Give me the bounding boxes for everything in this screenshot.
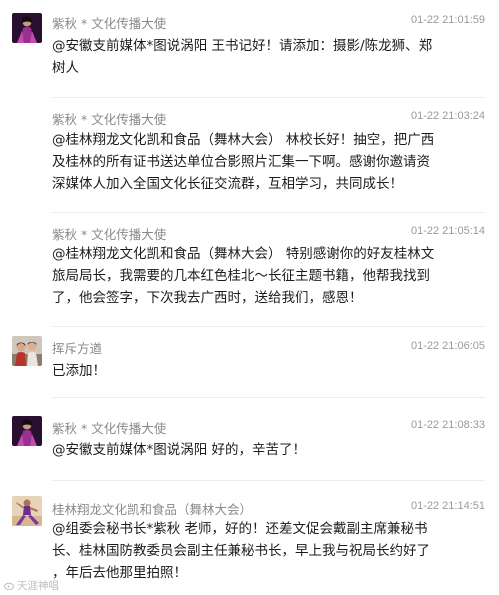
message-line: 及桂林的所有证书送达单位合影照片汇集一下啊。感谢你邀请资: [52, 154, 430, 170]
avatar[interactable]: [12, 416, 42, 446]
message-line: ，年后去他那里拍照！: [52, 565, 187, 581]
sender-name[interactable]: 挥斥方遒: [52, 338, 102, 357]
message-text[interactable]: @桂林翔龙文化凯和食品（舞林大会） 特别感谢你的好友桂林文 旅局局长，我需要的几…: [52, 243, 480, 309]
message-divider: [52, 212, 485, 213]
message-text[interactable]: @桂林翔龙文化凯和食品（舞林大会） 林校长好！抽空，把广西 及桂林的所有证书送达…: [52, 129, 480, 195]
message-line: @组委会秘书长*紫秋 老师，好的！还差文促会戴副主席兼秘书: [52, 521, 428, 537]
message-line: 了，他会签字，下次我去广西时，送给我们，感恩！: [52, 290, 363, 306]
avatar[interactable]: [12, 336, 42, 366]
sender-name[interactable]: 紫秋 * 文化传播大使: [52, 224, 166, 243]
watermark-text: 天涯神唱: [17, 580, 59, 592]
weibo-icon: [4, 581, 15, 591]
sender-name[interactable]: 紫秋 * 文化传播大使: [52, 13, 166, 32]
timestamp: 01-22 21:01:59: [410, 14, 485, 26]
message-text[interactable]: @组委会秘书长*紫秋 老师，好的！还差文促会戴副主席兼秘书 长、桂林国防教委员会…: [52, 518, 480, 584]
message-divider: [52, 480, 485, 481]
message-line: @安徽支前媒体*图说涡阳 王书记好！请添加：摄影/陈龙狮、郑: [52, 38, 433, 54]
message-line: @桂林翔龙文化凯和食品（舞林大会） 特别感谢你的好友桂林文: [52, 246, 435, 262]
sender-name[interactable]: 紫秋 * 文化传播大使: [52, 109, 166, 128]
sender-name[interactable]: 紫秋 * 文化传播大使: [52, 418, 166, 437]
avatar[interactable]: [12, 496, 42, 526]
message-line: 深媒体人加入全国文化长征交流群，互相学习，共同成长！: [52, 176, 403, 192]
message-line: 树人: [52, 60, 79, 76]
message-divider: [52, 326, 485, 327]
message-text[interactable]: @安徽支前媒体*图说涡阳 好的，辛苦了！: [52, 439, 480, 461]
timestamp: 01-22 21:05:14: [410, 225, 485, 237]
message-line: @安徽支前媒体*图说涡阳 好的，辛苦了！: [52, 442, 307, 458]
watermark: 天涯神唱: [4, 578, 59, 593]
timestamp: 01-22 21:08:33: [410, 419, 485, 431]
sender-name[interactable]: 桂林翔龙文化凯和食品（舞林大会）: [52, 499, 252, 518]
message-divider: [52, 397, 485, 398]
message-text[interactable]: 已添加！: [52, 360, 480, 382]
message-line: 长、桂林国防教委员会副主任兼秘书长，早上我与祝局长约好了: [52, 543, 430, 559]
message-divider: [52, 97, 485, 98]
avatar[interactable]: [12, 13, 42, 43]
timestamp: 01-22 21:03:24: [410, 110, 485, 122]
timestamp: 01-22 21:06:05: [410, 340, 485, 352]
message-line: 旅局局长，我需要的几本红色桂北～长征主题书籍，他帮我找到: [52, 268, 430, 284]
message-line: @桂林翔龙文化凯和食品（舞林大会） 林校长好！抽空，把广西: [52, 132, 435, 148]
message-line: 已添加！: [52, 363, 106, 379]
message-text[interactable]: @安徽支前媒体*图说涡阳 王书记好！请添加：摄影/陈龙狮、郑 树人: [52, 35, 480, 79]
timestamp: 01-22 21:14:51: [410, 500, 485, 512]
